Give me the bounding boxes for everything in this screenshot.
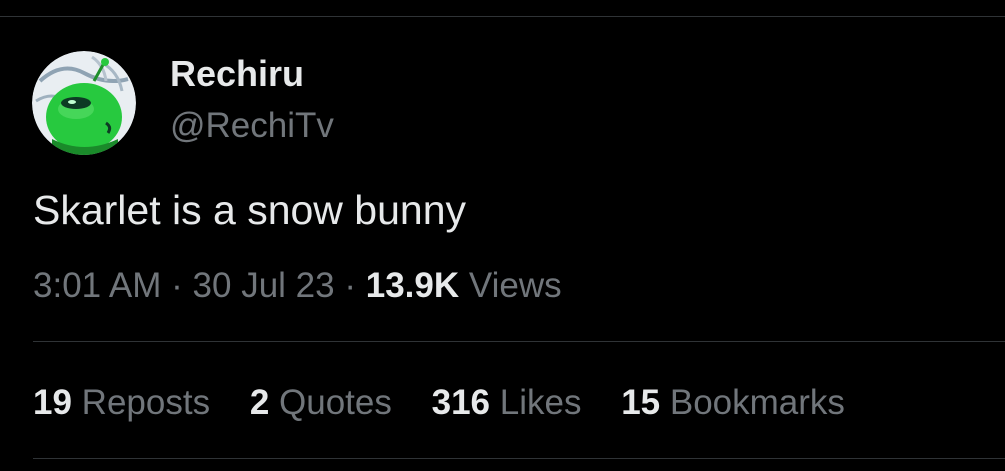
reposts-label: Reposts xyxy=(81,383,211,422)
author-handle[interactable]: @RechiTv xyxy=(170,106,334,146)
engagement-stats: 19 Reposts 2 Quotes 316 Likes 15 Bookmar… xyxy=(33,381,875,425)
quotes-stat[interactable]: 2 Quotes xyxy=(250,381,392,425)
reposts-count: 19 xyxy=(33,383,72,422)
stats-top-divider xyxy=(33,341,1005,342)
views-label: Views xyxy=(468,266,562,305)
tweet-date[interactable]: 30 Jul 23 xyxy=(193,266,335,305)
avatar[interactable] xyxy=(32,51,136,155)
meta-separator: · xyxy=(344,266,356,305)
author-display-name[interactable]: Rechiru xyxy=(170,54,304,94)
likes-label: Likes xyxy=(499,383,582,422)
green-alien-avatar-icon xyxy=(32,51,136,155)
top-divider xyxy=(0,16,1005,17)
tweet-meta: 3:01 AM · 30 Jul 23 · 13.9K Views xyxy=(33,264,562,308)
quotes-label: Quotes xyxy=(279,383,392,422)
bookmarks-count: 15 xyxy=(621,383,661,422)
likes-count: 316 xyxy=(431,383,491,422)
bookmarks-stat[interactable]: 15 Bookmarks xyxy=(621,381,845,425)
meta-separator: · xyxy=(171,266,183,305)
tweet-time[interactable]: 3:01 AM xyxy=(33,266,161,305)
stats-bottom-divider xyxy=(33,458,1005,459)
reposts-stat[interactable]: 19 Reposts xyxy=(33,381,210,425)
tweet-text: Skarlet is a snow bunny xyxy=(33,187,467,233)
likes-stat[interactable]: 316 Likes xyxy=(432,381,582,425)
quotes-count: 2 xyxy=(249,383,270,422)
bookmarks-label: Bookmarks xyxy=(669,383,845,422)
views-count: 13.9K xyxy=(365,266,460,305)
